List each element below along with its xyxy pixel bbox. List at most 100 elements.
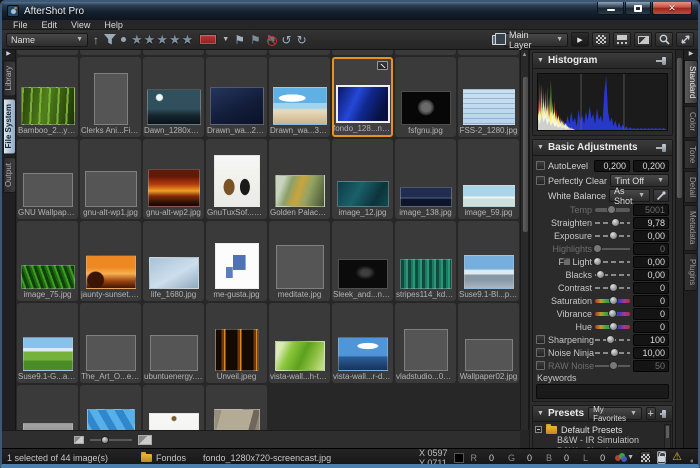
close-button[interactable]: ✕ xyxy=(652,2,692,15)
thumbnail-cell[interactable]: gnu-alt-wp2.jpg xyxy=(143,139,204,219)
tab-plugins[interactable]: Plugins xyxy=(684,253,698,291)
color-management-chevron-icon[interactable]: ▼ xyxy=(627,454,634,461)
thumbnail-cell[interactable]: Wallpaper02.jpg xyxy=(458,303,519,383)
keywords-input[interactable] xyxy=(536,384,669,399)
rotate-left-icon[interactable]: ↺ xyxy=(282,34,292,46)
raw-noise-slider-thumb[interactable] xyxy=(609,361,618,370)
exposure-slider-thumb[interactable] xyxy=(609,231,618,240)
vibrance-slider-thumb[interactable] xyxy=(608,309,617,318)
thumbnail-cell[interactable]: vista-wall...r-dock.jpg xyxy=(332,303,393,383)
thumbnail-cell[interactable]: Drawn_wa...332_.jpg xyxy=(269,57,330,137)
maximize-button[interactable] xyxy=(625,2,651,15)
basic-adjustments-header[interactable]: ▼ Basic Adjustments xyxy=(533,140,672,156)
saturation-slider-thumb[interactable] xyxy=(609,296,618,305)
minimize-button[interactable] xyxy=(597,2,624,15)
thumbnail-cell[interactable]: The_Art_O...eFear.jpg xyxy=(80,303,141,383)
thumbnail-cell[interactable]: GNU Wallpaper 2.jpg xyxy=(17,139,78,219)
resize-grip[interactable] xyxy=(688,453,693,463)
thumbnail-cell[interactable] xyxy=(206,385,267,430)
menu-item-edit[interactable]: Edit xyxy=(35,20,65,30)
thumbnail-cell[interactable]: image_12.jpg xyxy=(332,139,393,219)
presets-header[interactable]: ▼ Presets My Favorites ▼ + xyxy=(533,406,672,422)
tab-output[interactable]: Output xyxy=(3,157,16,193)
color-label-swatch[interactable] xyxy=(199,34,217,45)
sharpening-slider[interactable] xyxy=(595,335,630,344)
thumbnail-cell[interactable]: image_75.jpg xyxy=(17,221,78,301)
rotate-right-icon[interactable]: ↻ xyxy=(297,34,307,46)
hue-slider-thumb[interactable] xyxy=(609,322,618,331)
raw-noise-slider[interactable] xyxy=(595,361,630,370)
menu-item-view[interactable]: View xyxy=(64,20,97,30)
temp-slider-thumb[interactable] xyxy=(607,205,616,214)
thumbnail-cell[interactable]: Golden Palace.jpg xyxy=(269,139,330,219)
blacks-slider-thumb[interactable] xyxy=(596,270,605,279)
highlights-slider[interactable] xyxy=(595,244,630,253)
temp-value[interactable]: 5001 xyxy=(633,204,669,216)
saturation-value[interactable]: 0 xyxy=(633,295,669,307)
thumbnail-cell[interactable]: Clerks Ani...Figure.jpg xyxy=(80,57,141,137)
star-icon[interactable]: ★ xyxy=(169,32,182,47)
noise-ninja-value[interactable]: 10,00 xyxy=(633,347,669,359)
raw-noise-value[interactable]: 50 xyxy=(633,360,669,372)
straighten-slider-thumb[interactable] xyxy=(611,218,620,227)
thumbnail-cell[interactable]: jaunty-sunset.jpg xyxy=(80,221,141,301)
layer-selector-dropdown[interactable]: Main Layer ▼ xyxy=(504,33,568,47)
autolevel-value-high[interactable]: 0,200 xyxy=(633,160,669,172)
color-label-chevron-icon[interactable]: ▼ xyxy=(222,36,229,43)
sort-field-dropdown[interactable]: Name ▼ xyxy=(6,33,88,47)
autolevel-value-low[interactable]: 0,200 xyxy=(594,160,630,172)
view-combined-button[interactable] xyxy=(613,32,631,47)
collapse-triangle-icon[interactable]: ▼ xyxy=(537,410,544,417)
noise-ninja-checkbox[interactable] xyxy=(536,348,545,357)
white-balance-dropdown[interactable]: As Shot ▼ xyxy=(609,189,650,202)
pin-icon[interactable] xyxy=(656,57,668,65)
thumbnail-size-slider[interactable] xyxy=(90,439,132,441)
star-icon[interactable]: ★ xyxy=(182,32,195,47)
thumbnail-cell[interactable]: fsfgnu.jpg xyxy=(395,57,456,137)
noise-ninja-slider[interactable] xyxy=(595,348,630,357)
tab-color[interactable]: Color xyxy=(684,106,698,137)
star-icon[interactable]: ★ xyxy=(156,32,169,47)
star-icon[interactable]: ★ xyxy=(131,32,144,47)
filter-icon[interactable] xyxy=(104,34,116,45)
pin-icon[interactable] xyxy=(656,144,668,152)
raw-noise-checkbox[interactable] xyxy=(536,361,545,370)
thumbnail-cell[interactable]: meditate.jpg xyxy=(269,221,330,301)
thumbnail-cell[interactable]: Drawn_wa...299_.jpg xyxy=(206,57,267,137)
thumbnail-cell[interactable]: Suse9.1-G...apers.jpg xyxy=(17,303,78,383)
fill-light-slider-thumb[interactable] xyxy=(593,257,602,266)
thumbnail-cell[interactable]: life_1680.jpg xyxy=(143,221,204,301)
flag-checkered-icon[interactable]: ⚑ xyxy=(250,34,261,46)
collapse-triangle-icon[interactable]: ▼ xyxy=(537,57,544,64)
layers-icon[interactable] xyxy=(492,35,501,45)
thumbnail-cell[interactable]: stripes114_kde.jpg xyxy=(395,221,456,301)
flag-icon[interactable]: ⚑ xyxy=(234,34,245,46)
contrast-slider-thumb[interactable] xyxy=(609,283,618,292)
thumbnail-cell[interactable]: GnuTuxSof...on-v1.jpg xyxy=(206,139,267,219)
fill-light-value[interactable]: 0,00 xyxy=(633,256,669,268)
highlights-value[interactable]: 0 xyxy=(633,243,669,255)
pin-icon[interactable] xyxy=(660,410,668,418)
perfectly-clear-checkbox[interactable] xyxy=(536,176,545,185)
thumbnail-cell[interactable] xyxy=(80,385,141,430)
thumbnail-cell[interactable]: me-gusta.jpg xyxy=(206,221,267,301)
add-preset-button[interactable]: + xyxy=(646,407,656,420)
thumbnail-cell[interactable]: vista-wall...h-tree.jpg xyxy=(269,303,330,383)
hue-slider[interactable] xyxy=(595,322,630,331)
thumbnail-cell[interactable] xyxy=(17,385,78,430)
collapse-triangle-icon[interactable]: ▼ xyxy=(537,144,544,151)
thumbnail-cell[interactable]: ubuntuenergy.jpg xyxy=(143,303,204,383)
warning-icon[interactable]: ⚠ xyxy=(672,452,682,463)
slideshow-button[interactable]: ▶ xyxy=(571,32,589,47)
scroll-up-arrow-icon[interactable]: ▲ xyxy=(521,50,528,60)
thumbnail-cell[interactable]: Unveil.jpeg xyxy=(206,303,267,383)
grid-scrollbar-thumb[interactable] xyxy=(523,77,528,232)
saturation-slider[interactable] xyxy=(595,296,630,305)
proof-button[interactable] xyxy=(640,451,651,464)
color-management-icon[interactable] xyxy=(615,453,621,463)
thumbnail-cell[interactable]: Suse9.1-Bl...papers.jpg xyxy=(458,221,519,301)
sharpening-checkbox[interactable] xyxy=(536,335,545,344)
pan-tool-button[interactable] xyxy=(676,32,694,47)
exposure-slider[interactable] xyxy=(595,231,630,240)
left-strip-collapse-icon[interactable]: ▶ xyxy=(2,50,15,59)
